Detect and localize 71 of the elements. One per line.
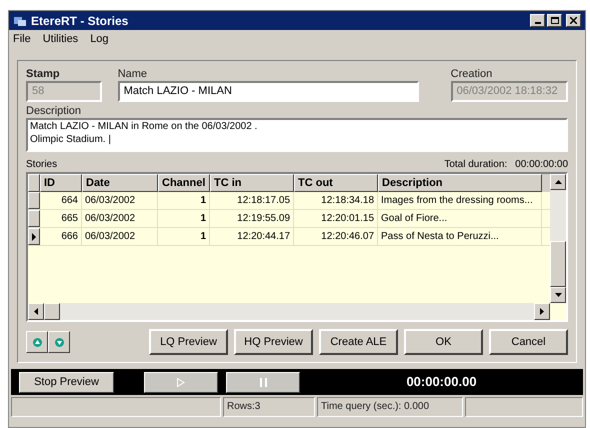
row-selector[interactable] (28, 192, 40, 209)
table-cell: 12:20:46.07 (294, 228, 378, 245)
total-duration-value: 00:00:00:00 (515, 158, 568, 172)
window-title: EtereRT - Stories (31, 12, 128, 30)
column-header[interactable]: Description (378, 174, 542, 192)
menu-item[interactable]: Log (90, 30, 109, 48)
move-down-button[interactable] (48, 331, 70, 353)
table-cell: 12:18:34.18 (294, 192, 378, 209)
table-cell: 666 (40, 228, 82, 245)
dialog-button[interactable]: Create ALE (319, 329, 398, 355)
field-label: Stamp (26, 67, 61, 81)
column-header[interactable]: Channel (158, 174, 210, 192)
dialog-button[interactable]: LQ Preview (149, 329, 228, 355)
current-row-icon (32, 232, 36, 240)
table-cell: 1 (158, 210, 210, 227)
menu-item[interactable]: Utilities (42, 30, 78, 48)
close-icon (570, 17, 577, 24)
text-field[interactable]: Match LAZIO - MILAN (118, 81, 419, 102)
table-cell: 12:18:17.05 (210, 192, 294, 209)
description-field[interactable]: Match LAZIO - MILAN in Rome on the 06/03/2002 . Olimpic Stadium. | (26, 118, 568, 152)
vertical-scrollbar[interactable] (550, 174, 566, 303)
table-cell: 12:19:55.09 (210, 210, 294, 227)
move-up-button[interactable] (26, 331, 48, 353)
scroll-thumb[interactable] (550, 241, 566, 287)
close-button[interactable] (566, 14, 581, 27)
dialog-button[interactable]: Cancel (489, 329, 568, 355)
pause-icon (260, 378, 266, 386)
horizontal-scrollbar[interactable] (28, 303, 550, 320)
table-cell: 1 (158, 228, 210, 245)
scroll-left-icon (34, 308, 38, 315)
app-icon (13, 14, 27, 26)
status-text: Time query (sec.): 0.000 (317, 397, 463, 417)
total-duration-label: Total duration: (444, 158, 508, 172)
minimize-icon (534, 22, 540, 24)
up-arrow-icon (32, 338, 42, 346)
scroll-up-icon (554, 180, 562, 184)
play-icon (177, 378, 185, 386)
column-header[interactable]: TC in (210, 174, 294, 192)
table-cell: 665 (40, 210, 82, 227)
table-cell: Pass of Nesta to Peruzzi... (378, 228, 542, 245)
minimize-button[interactable] (530, 14, 545, 27)
stop-preview-button[interactable]: Stop Preview (19, 372, 114, 392)
table-cell: Images from the dressing rooms... (378, 192, 542, 209)
table-cell: 06/03/2002 (82, 228, 158, 245)
row-selector[interactable] (28, 210, 40, 227)
column-header[interactable]: ID (40, 174, 82, 192)
field-label: Name (118, 67, 148, 81)
column-header[interactable]: Date (82, 174, 158, 192)
field-label: Creation (450, 67, 494, 81)
maximize-button[interactable] (547, 14, 562, 27)
maximize-icon (550, 17, 558, 24)
dialog-button[interactable]: HQ Preview (234, 329, 313, 355)
table-cell: 06/03/2002 (82, 210, 158, 227)
dialog-button[interactable]: OK (404, 329, 483, 355)
scroll-right-icon (540, 308, 544, 315)
scroll-down-icon (554, 293, 562, 297)
column-header[interactable]: TC out (294, 174, 378, 192)
row-selector[interactable] (28, 228, 40, 245)
status-text: Rows:3 (223, 397, 315, 417)
table-cell: 12:20:01.15 (294, 210, 378, 227)
menu-item[interactable]: File (13, 30, 31, 48)
timecode-display: 00:00:00.00 (405, 373, 478, 392)
down-arrow-icon (54, 338, 64, 346)
table-cell: 664 (40, 192, 82, 209)
field-label: Description (26, 104, 82, 118)
table-cell: 06/03/2002 (82, 192, 158, 209)
table-cell: 12:20:44.17 (210, 228, 294, 245)
table-cell: 1 (158, 192, 210, 209)
table-cell: Goal of Fiore... (378, 210, 542, 227)
scroll-thumb[interactable] (44, 303, 60, 320)
section-label: Stories (26, 158, 58, 172)
